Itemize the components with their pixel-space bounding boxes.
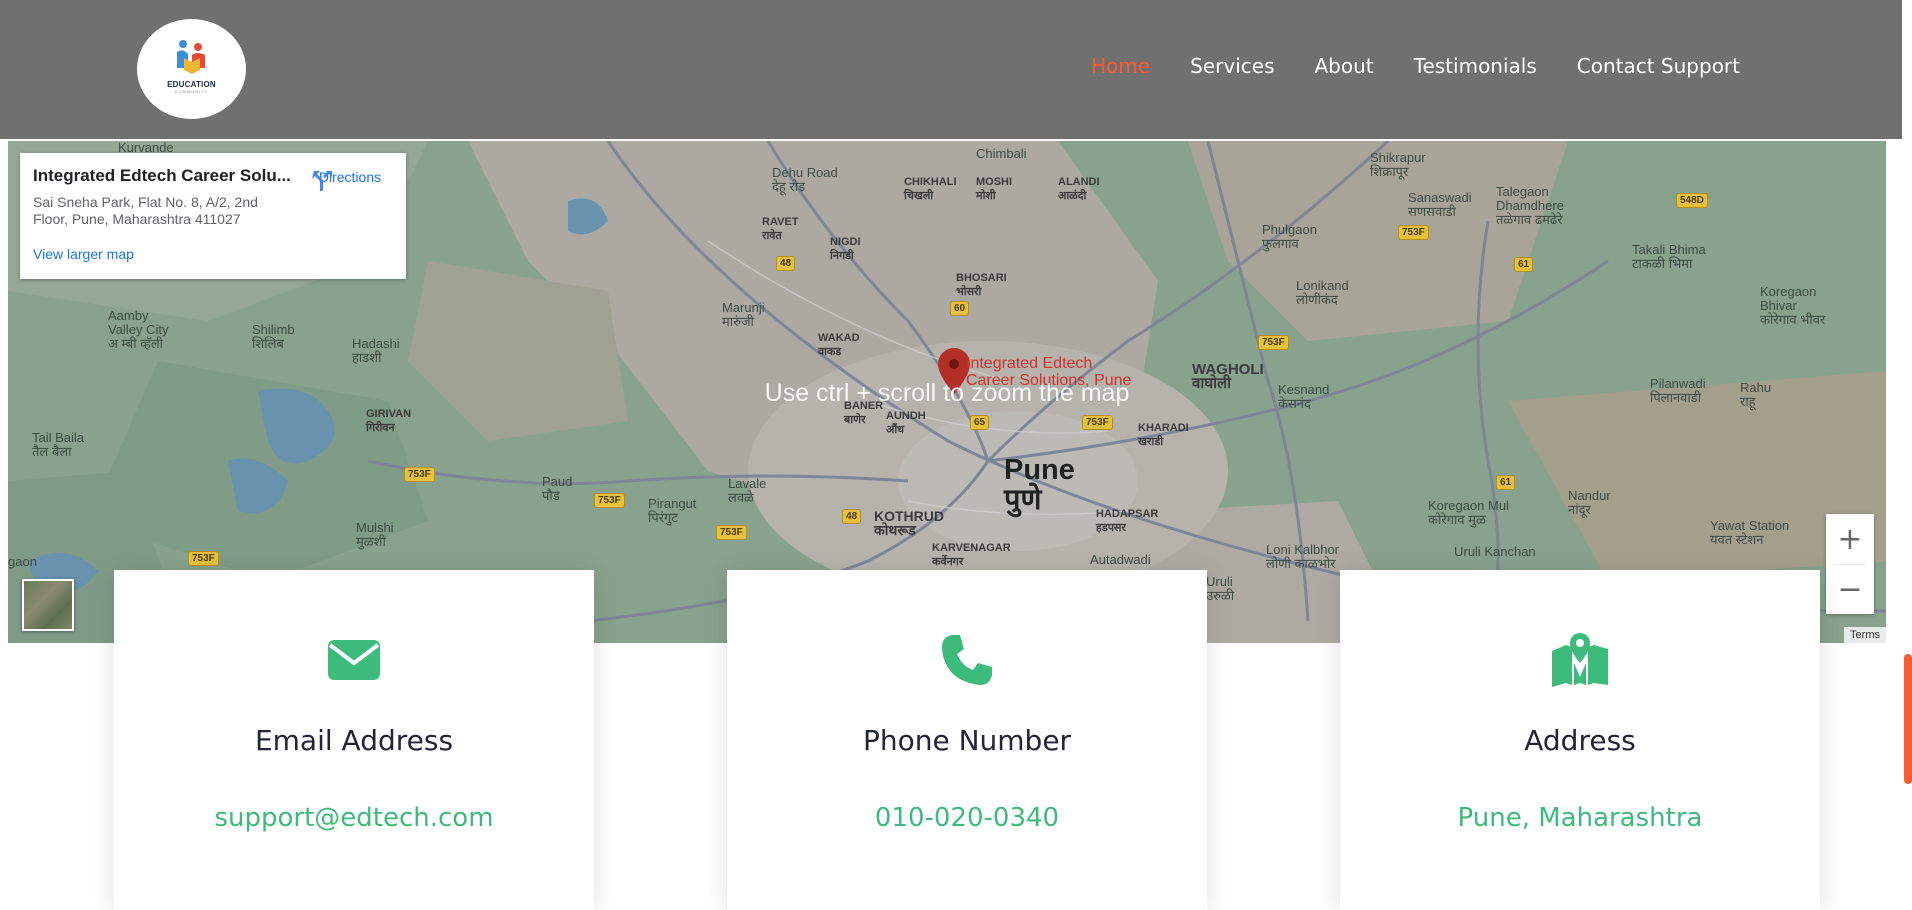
- zoom-out-button[interactable]: −: [1826, 564, 1874, 614]
- nav-about[interactable]: About: [1315, 54, 1374, 78]
- map-zoom-controls: + −: [1826, 514, 1874, 614]
- map-label-gaon: gaon: [8, 554, 37, 569]
- map-label-chimbali: Chimbali: [976, 146, 1027, 161]
- map-label-chikhali: CHIKHALI चिखली: [904, 176, 957, 202]
- highway-shield: 61: [1514, 257, 1534, 272]
- map-label-shikrapur: Shikrapur शिक्रापूर: [1370, 150, 1426, 179]
- nav-contact-support[interactable]: Contact Support: [1577, 54, 1740, 78]
- education-logo-icon: [176, 40, 205, 74]
- highway-shield: 753F: [404, 467, 435, 482]
- map-place-card: Integrated Edtech Career Solu... Sai Sne…: [20, 153, 406, 279]
- highway-shield: 48: [842, 509, 862, 524]
- zoom-in-button[interactable]: +: [1826, 514, 1874, 564]
- highway-shield: 548D: [1676, 193, 1708, 208]
- map-label-pirangut: Pirangut पिरंगुट: [648, 496, 697, 525]
- directions-icon: [312, 171, 332, 191]
- nav-services[interactable]: Services: [1190, 54, 1274, 78]
- envelope-icon: [328, 640, 380, 680]
- logo-subtext: COMMUNITY: [174, 89, 209, 94]
- map-label-autadwadi: Autadwadi: [1090, 552, 1151, 567]
- map-label-kothrud: KOTHRUD कोथरूड: [874, 508, 944, 538]
- embedded-map[interactable]: Dehu Road देहू रोड Chimbali CHIKHALI चिखली…: [8, 141, 1886, 643]
- phone-icon: [942, 635, 992, 685]
- email-value[interactable]: support@edtech.com: [114, 803, 594, 833]
- phone-card: Phone Number 010-020-0340: [727, 570, 1207, 910]
- map-label-shilimb: Shilimb शिलिंब: [252, 322, 295, 351]
- nav-home[interactable]: Home: [1091, 54, 1150, 78]
- map-label-lavale: Lavale लवळे: [728, 476, 767, 505]
- map-label-mulshi: Mulshi मुळशी: [356, 520, 394, 549]
- highway-shield: 753F: [594, 493, 625, 508]
- site-header: EDUCATION COMMUNITY Home Services About …: [0, 0, 1902, 139]
- map-zoom-hint: Use ctrl + scroll to zoom the map: [764, 379, 1130, 407]
- map-label-marunji: Marunji मारुंजी: [722, 300, 765, 329]
- highway-shield: 65: [970, 415, 990, 430]
- map-label-nandur: Nandur नांदूर: [1568, 488, 1611, 517]
- scrollbar-thumb[interactable]: [1904, 654, 1912, 784]
- map-label-ravet: RAVET रावेत: [762, 216, 799, 242]
- map-label-hadashi: Hadashi हाडशी: [352, 336, 400, 365]
- email-card: Email Address support@edtech.com: [114, 570, 594, 910]
- map-label-karvenagar: KARVENAGAR कर्वेनगर: [932, 542, 1011, 568]
- card-title: Phone Number: [862, 724, 1072, 757]
- map-label-paud: Paud पौड: [542, 474, 573, 503]
- map-label-moshi: MOSHI मोशी: [976, 176, 1013, 202]
- highway-shield: 48: [776, 256, 796, 271]
- map-label-alandi: ALANDI आळंदी: [1058, 176, 1100, 202]
- map-label-bhosari: BHOSARI भोसरी: [956, 272, 1007, 298]
- place-address: Sai Sneha Park, Flat No. 8, A/2, 2nd Flo…: [33, 194, 258, 227]
- map-label-dehu-road: Dehu Road देहू रोड: [772, 165, 838, 194]
- map-label-koregaon-mul: Koregaon Mul कोरेगाव मुळ: [1428, 498, 1509, 527]
- map-label-talegaon: Talegaon Dhamdhere तळेगाव ढमढेरे: [1496, 184, 1564, 227]
- map-label-yawat: Yawat Station यवत स्टेशन: [1710, 518, 1790, 547]
- logo-text: EDUCATION: [167, 80, 216, 89]
- map-terms-link[interactable]: Terms: [1844, 627, 1886, 643]
- map-label-wakad: WAKAD वाकड: [818, 332, 860, 358]
- map-label-takali: Takali Bhima टाकळी भिमा: [1632, 242, 1706, 271]
- map-label-kharadi: KHARADI खराडी: [1138, 422, 1189, 448]
- map-label-tail-baila: Tail Baila तैल बैला: [32, 430, 85, 459]
- highway-shield: 753F: [1398, 225, 1429, 240]
- map-label-aundh: AUNDH औंध: [886, 410, 926, 436]
- map-label-koregaon-bhivar: Koregaon Bhivar कोरेगाव भीवर: [1760, 284, 1826, 327]
- map-label-aamby: Aamby Valley City अ म्बी व्हॅली: [108, 308, 169, 351]
- map-label-lonikand: Lonikand लोणीकंद: [1296, 278, 1349, 307]
- map-label-pune: Pune पुणे: [1004, 454, 1075, 516]
- phone-value[interactable]: 010-020-0340: [727, 803, 1207, 833]
- map-label-uruli-kanchan: Uruli Kanchan: [1454, 544, 1536, 559]
- highway-shield: 753F: [188, 551, 219, 566]
- map-label-nigdi: NIGDI निगडी: [830, 236, 861, 262]
- map-label-uruli: Uruli उरुळी: [1206, 574, 1235, 603]
- place-title: Integrated Edtech Career Solu...: [33, 166, 291, 185]
- highway-shield: 753F: [1082, 415, 1113, 430]
- map-label-hadapsar: HADAPSAR हडपसर: [1096, 508, 1159, 534]
- satellite-toggle-button[interactable]: [22, 579, 74, 631]
- card-title: Email Address: [254, 724, 454, 757]
- highway-shield: 753F: [1258, 335, 1289, 350]
- view-larger-map-link[interactable]: View larger map: [33, 246, 393, 262]
- address-card: Address Pune, Maharashtra: [1340, 570, 1820, 910]
- map-label-girivan: GIRIVAN गिरीवन: [366, 408, 412, 434]
- nav-testimonials[interactable]: Testimonials: [1414, 54, 1537, 78]
- highway-shield: 753F: [716, 525, 747, 540]
- highway-shield: 60: [950, 301, 970, 316]
- card-title: Address: [1524, 724, 1636, 757]
- address-value: Pune, Maharashtra: [1457, 803, 1703, 833]
- map-marker-icon: [1552, 633, 1608, 687]
- directions-button[interactable]: Directions: [310, 167, 390, 191]
- site-logo[interactable]: EDUCATION COMMUNITY: [137, 19, 246, 119]
- highway-shield: 61: [1496, 475, 1516, 490]
- main-nav: Home Services About Testimonials Contact…: [1091, 54, 1740, 78]
- map-label-sanaswadi: Sanaswadi सणसवाडी: [1408, 190, 1472, 219]
- map-label-loni-kalbhor: Loni Kalbhor लोणी काळभोर: [1266, 542, 1339, 571]
- map-label-phulgaon: Phulgaon फुलगाव: [1262, 222, 1317, 251]
